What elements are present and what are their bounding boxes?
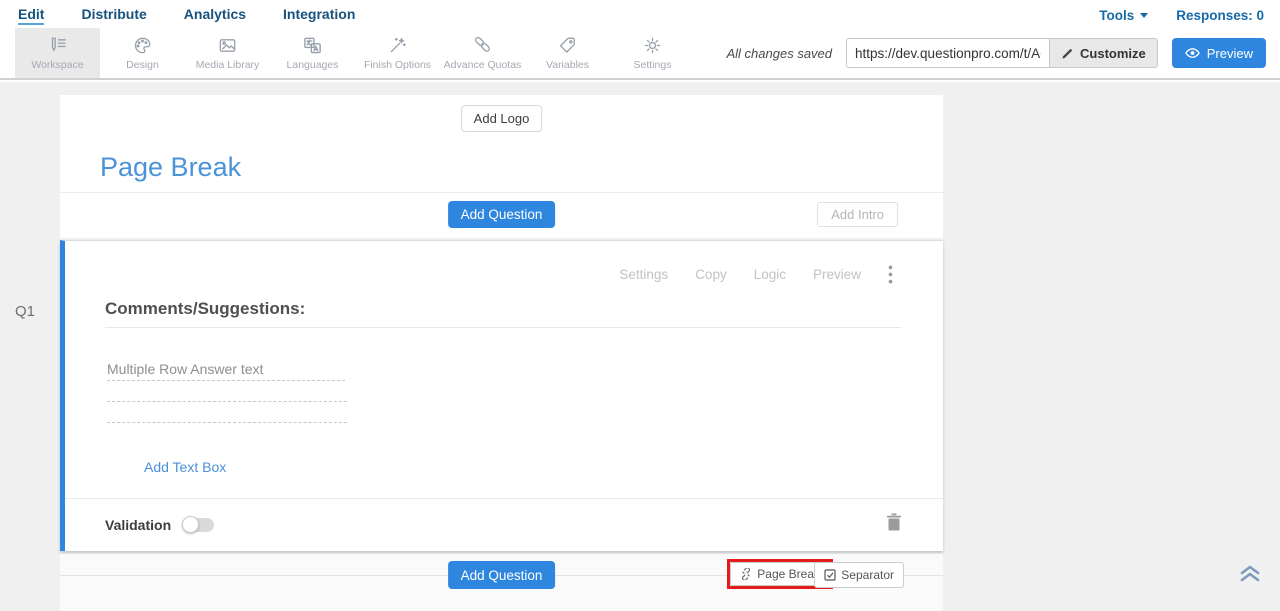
- toolbar-tabs: Workspace Design Media Library Languages: [15, 28, 695, 78]
- chain-link-icon: [472, 35, 493, 56]
- nav-tab-distribute[interactable]: Distribute: [81, 6, 146, 25]
- question-preview-link[interactable]: Preview: [813, 267, 861, 282]
- add-question-button-top[interactable]: Add Question: [448, 201, 556, 228]
- toolbar-label: Languages: [287, 59, 339, 71]
- separator-button[interactable]: Separator: [814, 562, 904, 588]
- toggle-knob: [182, 516, 199, 533]
- toolbar-label: Design: [126, 59, 159, 71]
- delete-question-icon[interactable]: [886, 514, 902, 537]
- question-actions: Settings Copy Logic Preview: [619, 265, 893, 284]
- question-logic-link[interactable]: Logic: [754, 267, 786, 282]
- customize-label: Customize: [1080, 46, 1146, 61]
- toolbar-label: Advance Quotas: [444, 59, 522, 71]
- customize-button[interactable]: Customize: [1049, 38, 1158, 68]
- toolbar-right: All changes saved Customize Preview: [727, 28, 1280, 78]
- add-question-button-bottom[interactable]: Add Question: [448, 561, 556, 589]
- toolbar-item-media-library[interactable]: Media Library: [185, 28, 270, 78]
- survey-canvas: Add Logo Page Break Add Question Add Int…: [60, 95, 943, 611]
- tag-icon: [557, 35, 578, 56]
- eye-icon: [1185, 47, 1200, 59]
- question-card-q1[interactable]: Q1 Settings Copy Logic Preview Comments/…: [60, 240, 943, 551]
- add-logo-button[interactable]: Add Logo: [461, 105, 543, 132]
- chevron-down-icon: [1140, 13, 1148, 18]
- magic-wand-icon: [387, 35, 408, 56]
- double-chevron-up-icon: [1237, 562, 1263, 586]
- more-options-icon[interactable]: [888, 265, 893, 284]
- toolbar-label: Variables: [546, 59, 589, 71]
- question-number-label: Q1: [15, 303, 55, 320]
- preview-label: Preview: [1207, 46, 1253, 61]
- question-footer: Validation: [65, 498, 943, 551]
- toolbar-label: Settings: [634, 59, 672, 71]
- checkbox-check-icon: [824, 569, 836, 581]
- add-intro-button[interactable]: Add Intro: [817, 202, 898, 227]
- questionpro-survey-editor: Edit Distribute Analytics Integration To…: [0, 0, 1280, 611]
- toolbar-item-finish-options[interactable]: Finish Options: [355, 28, 440, 78]
- nav-tabs: Edit Distribute Analytics Integration: [18, 6, 355, 25]
- answer-rows: Multiple Row Answer text: [107, 361, 347, 423]
- add-section: Add Question Page Break: [60, 554, 943, 611]
- survey-header-footer: Add Question Add Intro: [60, 192, 943, 238]
- toolbar-item-settings[interactable]: Settings: [610, 28, 695, 78]
- survey-title[interactable]: Page Break: [100, 152, 241, 183]
- answer-text-row-3[interactable]: [107, 402, 347, 423]
- validation-toggle[interactable]: [184, 518, 214, 532]
- top-nav: Edit Distribute Analytics Integration To…: [0, 0, 1280, 28]
- add-text-box-link[interactable]: Add Text Box: [144, 459, 226, 475]
- nav-tab-integration[interactable]: Integration: [283, 6, 355, 25]
- toolbar-item-workspace[interactable]: Workspace: [15, 28, 100, 78]
- question-settings-link[interactable]: Settings: [619, 267, 668, 282]
- survey-url-input[interactable]: [846, 38, 1049, 68]
- editor-toolbar: Workspace Design Media Library Languages: [0, 28, 1280, 80]
- preview-button[interactable]: Preview: [1172, 38, 1266, 68]
- tools-menu-label: Tools: [1099, 8, 1134, 23]
- translate-icon: [302, 35, 323, 56]
- responses-link[interactable]: Responses: 0: [1176, 8, 1264, 23]
- toolbar-label: Media Library: [196, 59, 260, 71]
- pencil-icon: [1061, 47, 1074, 60]
- nav-tab-analytics[interactable]: Analytics: [184, 6, 246, 25]
- toolbar-item-advance-quotas[interactable]: Advance Quotas: [440, 28, 525, 78]
- workspace-icon: [47, 35, 68, 56]
- toolbar-label: Finish Options: [364, 59, 431, 71]
- save-status: All changes saved: [727, 46, 833, 61]
- editor-content: Add Logo Page Break Add Question Add Int…: [0, 82, 1280, 611]
- survey-header-card: Add Logo Page Break Add Question Add Int…: [60, 95, 943, 238]
- nav-right: Tools Responses: 0: [1099, 8, 1264, 23]
- separator-label: Separator: [841, 568, 894, 582]
- tools-menu[interactable]: Tools: [1099, 8, 1148, 23]
- toolbar-item-design[interactable]: Design: [100, 28, 185, 78]
- nav-tab-edit[interactable]: Edit: [18, 6, 44, 25]
- image-icon: [217, 35, 238, 56]
- page-break-label: Page Break: [757, 567, 820, 581]
- toolbar-label: Workspace: [31, 59, 83, 71]
- page-break-icon: [740, 568, 752, 580]
- question-text[interactable]: Comments/Suggestions:: [105, 299, 901, 328]
- palette-icon: [132, 35, 153, 56]
- survey-url-group: Customize: [846, 38, 1158, 68]
- question-copy-link[interactable]: Copy: [695, 267, 727, 282]
- answer-text-row-2[interactable]: [107, 381, 347, 402]
- answer-text-row-1[interactable]: Multiple Row Answer text: [107, 361, 345, 381]
- toolbar-item-languages[interactable]: Languages: [270, 28, 355, 78]
- scroll-to-top-button[interactable]: [1237, 562, 1263, 591]
- toolbar-item-variables[interactable]: Variables: [525, 28, 610, 78]
- validation-label: Validation: [105, 517, 171, 533]
- gear-icon: [642, 35, 663, 56]
